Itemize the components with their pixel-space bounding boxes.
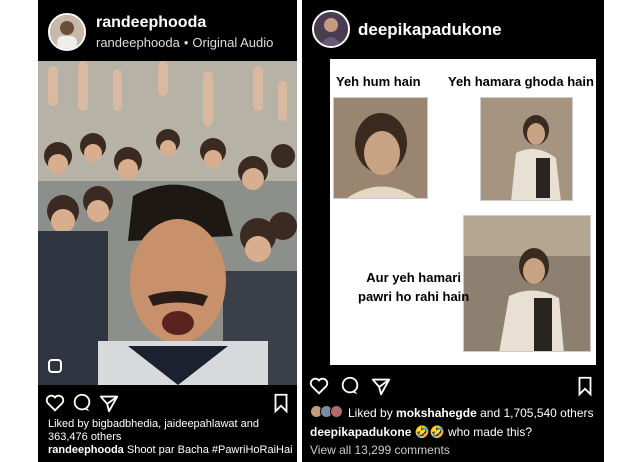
- meme-text-3: Aur yeh hamari pawri ho rahi hain: [358, 268, 469, 306]
- likes-prefix: Liked by: [348, 406, 393, 420]
- liker-avatar[interactable]: [330, 405, 343, 418]
- meme-text-1: Yeh hum hain: [336, 74, 421, 89]
- instagram-post-deepikapadukone: deepikapadukone Yeh hum hain Yeh hamara …: [302, 0, 604, 462]
- meme-text-2: Yeh hamara ghoda hain: [448, 74, 594, 89]
- instagram-post-randeephooda: randeephooda randeephooda • Original Audio: [38, 0, 297, 462]
- photo-girl-with-horse-large: [463, 215, 591, 352]
- likes-text[interactable]: Liked by bigbadbhedia, jaideepahlawat an…: [48, 418, 268, 444]
- bookmark-icon[interactable]: [574, 375, 596, 397]
- meme-text-3-line-1: Aur yeh hamari: [366, 270, 461, 285]
- reel-icon: [48, 359, 62, 373]
- likes-line-2: 363,476 others: [48, 431, 122, 443]
- caption-text: Shoot par Bacha #PawriHoRaiHai: [126, 444, 293, 456]
- action-bar: [38, 392, 297, 418]
- caption: deepikapadukone 🤣🤣 who made this?: [310, 425, 532, 439]
- comment-icon[interactable]: [71, 392, 93, 414]
- likes-suffix: and 1,705,540 others: [480, 406, 594, 420]
- avatar[interactable]: [48, 13, 86, 51]
- photo-girl-with-horse: [480, 97, 573, 201]
- meme-image[interactable]: Yeh hum hain Yeh hamara ghoda hain Aur y…: [330, 59, 596, 365]
- heart-icon[interactable]: [44, 392, 66, 414]
- classroom-crowd-image: [38, 61, 297, 385]
- screenshot-collage: randeephooda randeephooda • Original Audio: [0, 0, 640, 462]
- sub-username[interactable]: randeephooda: [96, 35, 180, 50]
- share-icon[interactable]: [370, 375, 392, 397]
- comment-icon[interactable]: [339, 375, 361, 397]
- username[interactable]: randeephooda: [96, 14, 206, 32]
- photo-girl-portrait: [333, 97, 428, 199]
- likes-username[interactable]: mokshahegde: [396, 406, 477, 420]
- caption-text: who made this?: [447, 425, 532, 439]
- likes-text[interactable]: Liked by mokshahegde and 1,705,540 other…: [348, 406, 594, 420]
- bookmark-icon[interactable]: [270, 392, 292, 414]
- avatar[interactable]: [312, 10, 350, 48]
- heart-icon[interactable]: [308, 375, 330, 397]
- audio-line: randeephooda • Original Audio: [96, 35, 274, 50]
- likes-line-1: Liked by bigbadbhedia, jaideepahlawat an…: [48, 418, 260, 430]
- caption-emoji: 🤣🤣: [414, 425, 445, 439]
- username[interactable]: deepikapadukone: [358, 20, 502, 40]
- share-icon[interactable]: [98, 392, 120, 414]
- caption: randeephooda Shoot par Bacha #PawriHoRai…: [48, 444, 293, 456]
- post-header: deepikapadukone: [302, 0, 604, 60]
- audio-label[interactable]: Original Audio: [192, 35, 273, 50]
- meme-text-3-line-2: pawri ho rahi hain: [358, 289, 470, 304]
- reel-video-thumbnail[interactable]: [38, 61, 297, 385]
- action-bar: [302, 375, 604, 401]
- caption-username[interactable]: randeephooda: [48, 444, 124, 456]
- view-all-comments-link[interactable]: View all 13,299 comments: [310, 443, 450, 457]
- post-header: randeephooda randeephooda • Original Audio: [38, 0, 297, 60]
- caption-username[interactable]: deepikapadukone: [310, 425, 411, 439]
